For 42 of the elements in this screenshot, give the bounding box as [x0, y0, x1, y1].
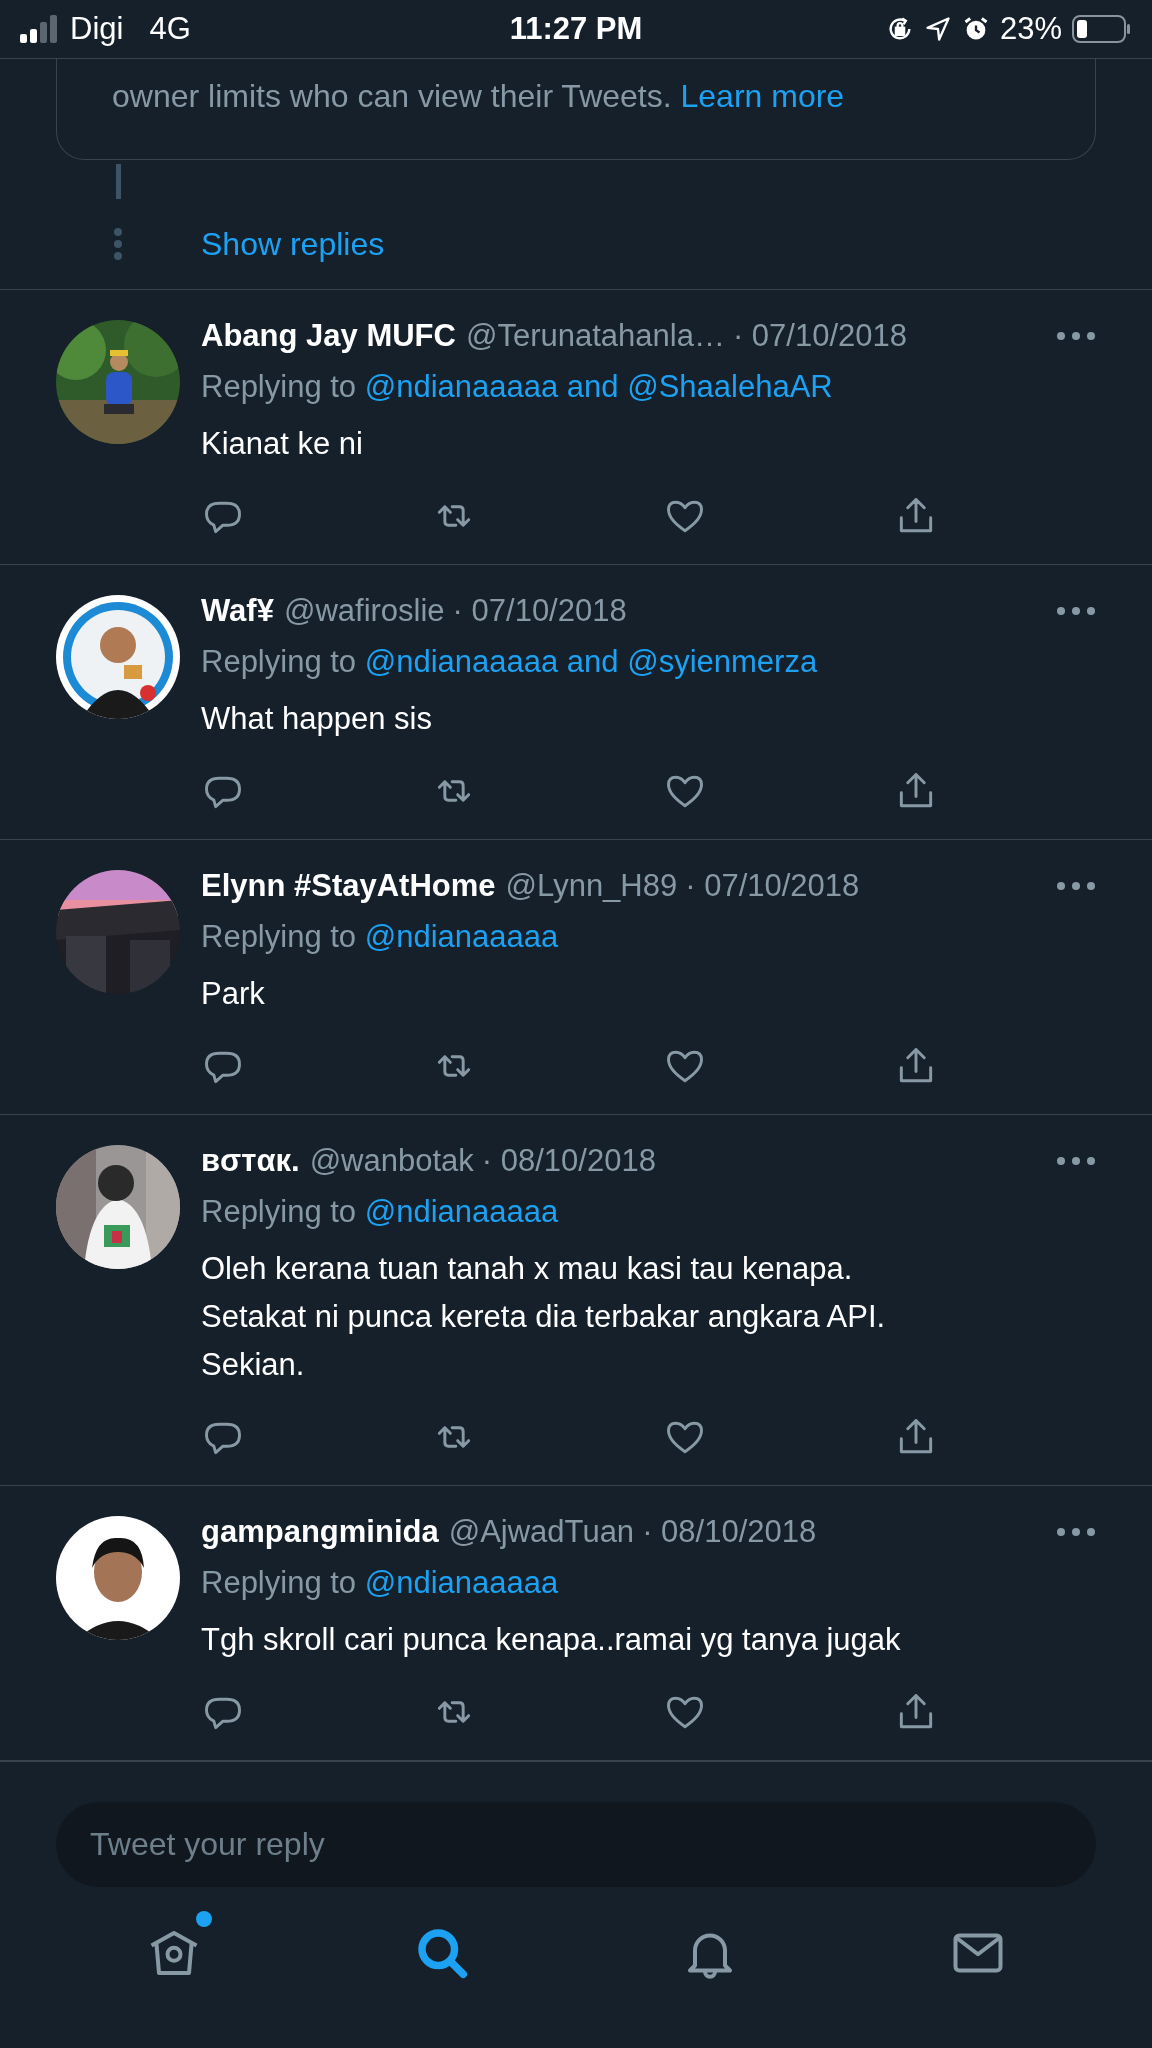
replying-to-text: Replying to @ndianaaaaa and @syienmerza [201, 643, 819, 681]
more-icon[interactable] [1056, 1156, 1096, 1166]
replying-to-text: Replying to @ndianaaaaa and @ShaalehaAR [201, 368, 834, 406]
replying-to-text: Replying to @ndianaaaaa [201, 1193, 560, 1231]
tweet-date: · 07/10/2018 [732, 318, 907, 354]
tweet-text: Oleh kerana tuan tanah x mau kasi tau kenapa. Setakat ni punca kereta dia terbakar angkara API. Sekian. [201, 1250, 887, 1384]
show-replies-link[interactable]: Show replies [201, 225, 385, 263]
more-icon[interactable] [1056, 331, 1096, 341]
carrier-name: Digi [70, 11, 124, 47]
clock-time: 11:27 PM [509, 11, 643, 46]
author-handle: @Terunatahanla… [465, 318, 725, 354]
replying-to-text: Replying to @ndianaaaaa [201, 918, 560, 956]
tweet-text: Kianat ke ni [201, 425, 364, 463]
vertical-dots-icon [114, 228, 122, 261]
author-name[interactable]: gampangminida [201, 1514, 439, 1550]
battery-percentage: 23% [999, 11, 1062, 47]
reply-field[interactable]: Tweet your reply [56, 1802, 1096, 1887]
tweet-text: What happen sis [201, 700, 433, 738]
author-name[interactable]: Waf¥ [201, 593, 274, 629]
author-handle: @Lynn_H89 [505, 868, 678, 904]
tweet-text: Park [201, 975, 266, 1013]
tweet-date: · 07/10/2018 [452, 593, 627, 629]
tweet-text: Tgh skroll cari punca kenapa..ramai yg tanya jugak [201, 1621, 902, 1659]
tweet-date: · 08/10/2018 [481, 1143, 656, 1179]
signal-icon [20, 14, 60, 44]
author-name[interactable]: Abang Jay MUFC [201, 318, 456, 354]
more-icon[interactable] [1056, 606, 1096, 616]
more-icon[interactable] [1056, 881, 1096, 891]
author-name[interactable]: вσтαк. [201, 1143, 300, 1179]
author-handle: @wanbotak [309, 1143, 474, 1179]
more-icon[interactable] [1056, 1527, 1096, 1537]
battery-icon [1072, 14, 1132, 44]
location-arrow-icon [923, 15, 952, 43]
learn-more-link[interactable]: Learn more [680, 78, 845, 114]
author-name[interactable]: Elynn #StayAtHome [201, 868, 496, 904]
author-handle: @AjwadTuan [448, 1514, 635, 1550]
tweet-date: · 07/10/2018 [685, 868, 860, 904]
tweet-date: · 08/10/2018 [642, 1514, 817, 1550]
notice-text: owner limits who can view their Tweets. [112, 78, 672, 114]
network-type: 4G [149, 11, 191, 47]
replying-to-text: Replying to @ndianaaaaa [201, 1564, 560, 1602]
author-handle: @wafiroslie [283, 593, 445, 629]
